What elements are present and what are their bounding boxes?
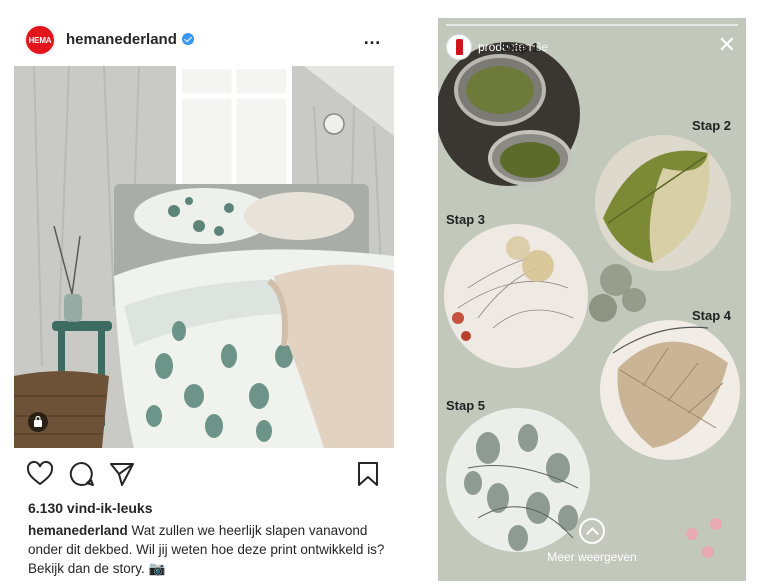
like-count[interactable]: 6.130 vind-ik-leuks	[28, 500, 153, 516]
instagram-post: HEMA hemanederland … 6.130 vind-ik-leuks…	[14, 16, 396, 581]
step-label: Stap 1	[500, 40, 540, 55]
step-label: Stap 2	[692, 118, 732, 133]
story-progress-bar	[446, 24, 738, 26]
see-more-label[interactable]: Meer weergeven	[438, 550, 746, 564]
avatar[interactable]: HEMA	[24, 24, 56, 56]
post-username[interactable]: hemanederland	[66, 31, 177, 48]
post-photo[interactable]	[14, 66, 394, 448]
more-options-icon[interactable]: …	[363, 28, 382, 49]
post-caption: hemanederland Wat zullen we heerlijk sla…	[28, 521, 388, 578]
heart-icon[interactable]	[26, 460, 54, 488]
instagram-story[interactable]: producten 6e ✕ Stap 1 Stap 2 Stap 3 Stap…	[438, 18, 746, 581]
avatar-text: HEMA	[28, 35, 52, 45]
bookmark-icon[interactable]	[354, 460, 382, 488]
verified-badge-icon	[182, 33, 194, 45]
comment-icon[interactable]	[68, 460, 96, 488]
story-avatar[interactable]	[446, 34, 472, 60]
chevron-up-icon[interactable]	[579, 518, 605, 544]
shopping-bag-icon[interactable]	[28, 412, 48, 432]
step-label: Stap 3	[446, 212, 486, 227]
bedroom-photo-illustration	[14, 66, 394, 448]
caption-username[interactable]: hemanederland	[28, 523, 128, 538]
share-icon[interactable]	[108, 460, 136, 488]
close-icon[interactable]: ✕	[718, 34, 736, 56]
story-collage-illustration	[438, 18, 746, 581]
step-label: Stap 4	[692, 308, 732, 323]
post-actions	[14, 460, 394, 492]
post-header: HEMA hemanederland …	[14, 22, 396, 58]
step-label: Stap 5	[446, 398, 486, 413]
see-more-control[interactable]: Meer weergeven	[438, 518, 746, 564]
